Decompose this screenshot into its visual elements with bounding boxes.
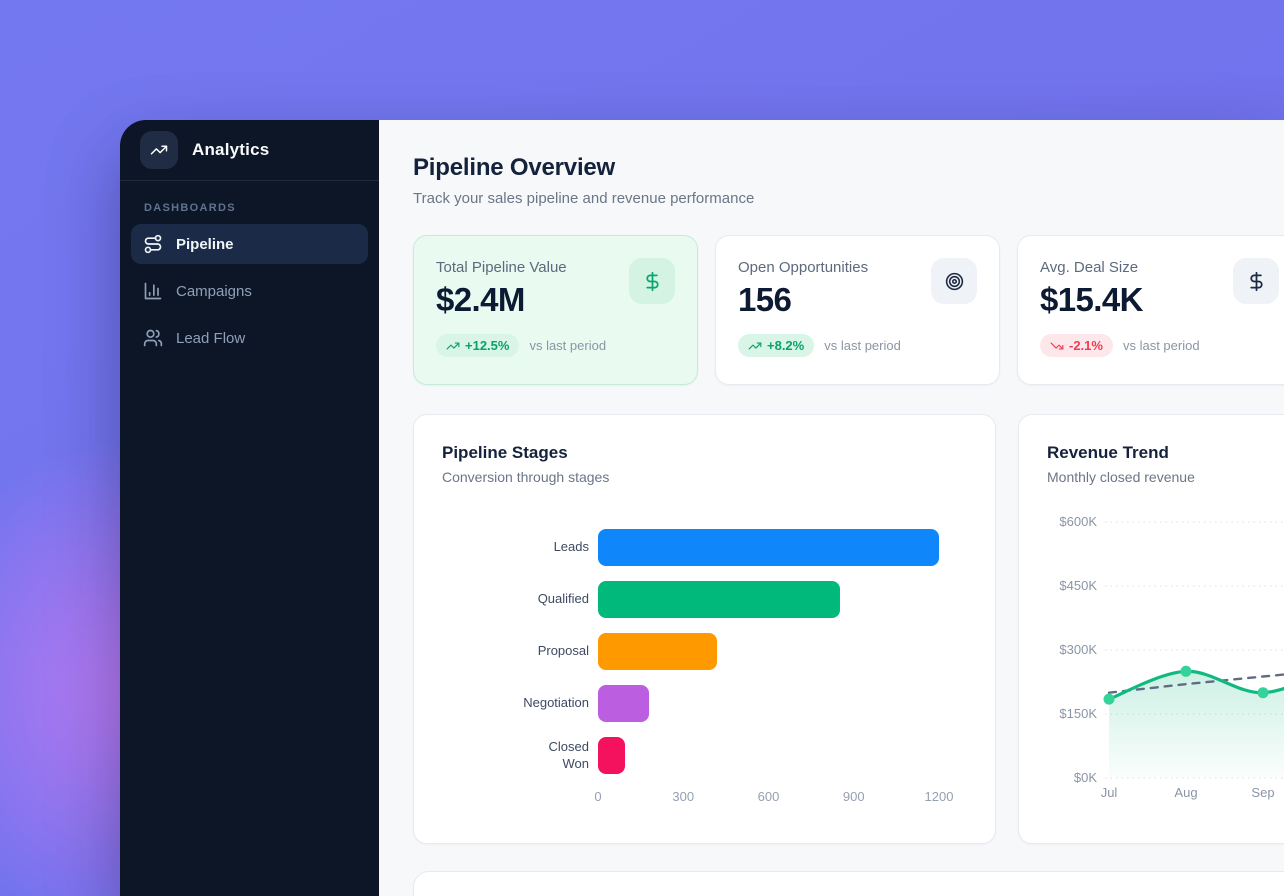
kpi-change-badge: +12.5% xyxy=(436,334,519,357)
chart-subtitle: Monthly closed revenue xyxy=(1047,469,1284,486)
x-axis-label: Aug xyxy=(1174,785,1197,800)
dollar-sign-icon xyxy=(642,271,663,292)
x-axis-tick: 300 xyxy=(672,789,694,804)
bar-proposal xyxy=(598,633,717,670)
bar-leads xyxy=(598,529,939,566)
kpi-card-open-opportunities[interactable]: Open Opportunities156+8.2%vs last period xyxy=(715,235,1000,385)
trending-down-icon xyxy=(1050,339,1064,353)
kpi-icon-box xyxy=(1233,258,1279,304)
bar-label: Leads xyxy=(442,539,598,556)
route-icon xyxy=(143,234,163,254)
main-content: Pipeline Overview Track your sales pipel… xyxy=(379,120,1284,896)
trending-up-icon xyxy=(140,131,178,169)
y-axis-label: $0K xyxy=(1074,770,1097,785)
kpi-icon-box xyxy=(629,258,675,304)
pipeline-stages-bar-chart: Leads Qualified Proposal Negotiation Closed … xyxy=(442,529,967,807)
bar-label: Negotiation xyxy=(442,695,598,712)
sidebar-item-campaigns[interactable]: Campaigns xyxy=(131,271,368,311)
x-axis-tick: 0 xyxy=(594,789,601,804)
users-icon xyxy=(143,328,163,348)
kpi-change-badge: -2.1% xyxy=(1040,334,1113,357)
revenue-trend-card: Revenue Trend Monthly closed revenue $60… xyxy=(1018,414,1284,844)
sidebar-item-label: Campaigns xyxy=(176,283,252,300)
revenue-trend-svg: $600K$450K$300K$150K$0KJulAugSepOct xyxy=(1047,512,1284,822)
x-axis-label: Sep xyxy=(1251,785,1274,800)
sidebar: Analytics DASHBOARDS Pipeline Campaigns Le… xyxy=(120,120,379,896)
x-axis-label: Jul xyxy=(1101,785,1118,800)
bar-label: Closed Won xyxy=(442,739,598,773)
kpi-compare-label: vs last period xyxy=(824,338,901,353)
dollar-sign-icon xyxy=(1246,271,1267,292)
bar-row: Leads xyxy=(442,529,967,566)
chart-title: Revenue Trend xyxy=(1047,442,1284,463)
bottom-card-partial xyxy=(413,871,1284,896)
y-axis-label: $300K xyxy=(1059,642,1097,657)
bar-row: Qualified xyxy=(442,581,967,618)
sidebar-item-label: Lead Flow xyxy=(176,330,245,347)
page-subtitle: Track your sales pipeline and revenue pe… xyxy=(413,188,1284,209)
data-point xyxy=(1181,666,1192,677)
bar-row: Closed Won xyxy=(442,737,967,774)
data-point xyxy=(1258,687,1269,698)
sidebar-divider xyxy=(120,180,379,181)
kpi-change-badge: +8.2% xyxy=(738,334,814,357)
bar-row: Proposal xyxy=(442,633,967,670)
kpi-footer: -2.1% vs last period xyxy=(1040,334,1279,357)
chart-subtitle: Conversion through stages xyxy=(442,469,967,486)
page-title: Pipeline Overview xyxy=(413,154,1284,182)
trending-up-icon xyxy=(748,339,762,353)
x-axis-tick: 1200 xyxy=(925,789,954,804)
pipeline-stages-card: Pipeline Stages Conversion through stage… xyxy=(413,414,996,844)
sidebar-item-label: Pipeline xyxy=(176,236,234,253)
kpi-footer: +8.2% vs last period xyxy=(738,334,977,357)
desktop-background: Analytics DASHBOARDS Pipeline Campaigns Le… xyxy=(0,0,1284,896)
y-axis-label: $450K xyxy=(1059,578,1097,593)
kpi-compare-label: vs last period xyxy=(1123,338,1200,353)
bar-label: Proposal xyxy=(442,643,598,660)
bar-chart-icon xyxy=(143,281,163,301)
trending-up-icon xyxy=(446,339,460,353)
chart-title: Pipeline Stages xyxy=(442,442,967,463)
kpi-row: Total Pipeline Value$2.4M+12.5%vs last p… xyxy=(413,235,1284,385)
bar-qualified xyxy=(598,581,840,618)
target-icon xyxy=(944,271,965,292)
revenue-trend-line-chart: $600K$450K$300K$150K$0KJulAugSepOct xyxy=(1047,512,1284,827)
app-window: Analytics DASHBOARDS Pipeline Campaigns Le… xyxy=(120,120,1284,896)
x-axis-tick: 600 xyxy=(758,789,780,804)
kpi-card-avg-deal-size[interactable]: Avg. Deal Size$15.4K-2.1%vs last period xyxy=(1017,235,1284,385)
sidebar-item-lead-flow[interactable]: Lead Flow xyxy=(131,318,368,358)
kpi-compare-label: vs last period xyxy=(529,338,606,353)
sidebar-section-label: DASHBOARDS xyxy=(144,202,355,214)
data-point xyxy=(1104,694,1115,705)
charts-row: Pipeline Stages Conversion through stage… xyxy=(413,414,1284,844)
app-title: Analytics xyxy=(192,140,269,160)
x-axis-tick: 900 xyxy=(843,789,865,804)
y-axis-label: $150K xyxy=(1059,706,1097,721)
sidebar-item-pipeline[interactable]: Pipeline xyxy=(131,224,368,264)
sidebar-nav: Pipeline Campaigns Lead Flow xyxy=(120,224,379,358)
y-axis-label: $600K xyxy=(1059,514,1097,529)
bar-closed-won xyxy=(598,737,625,774)
bar-chart-x-axis: 03006009001200 xyxy=(598,789,939,807)
app-logo: Analytics xyxy=(120,120,379,180)
bar-row: Negotiation xyxy=(442,685,967,722)
bar-negotiation xyxy=(598,685,649,722)
kpi-footer: +12.5% vs last period xyxy=(436,334,675,357)
kpi-card-total-pipeline-value[interactable]: Total Pipeline Value$2.4M+12.5%vs last p… xyxy=(413,235,698,385)
bar-label: Qualified xyxy=(442,591,598,608)
kpi-icon-box xyxy=(931,258,977,304)
